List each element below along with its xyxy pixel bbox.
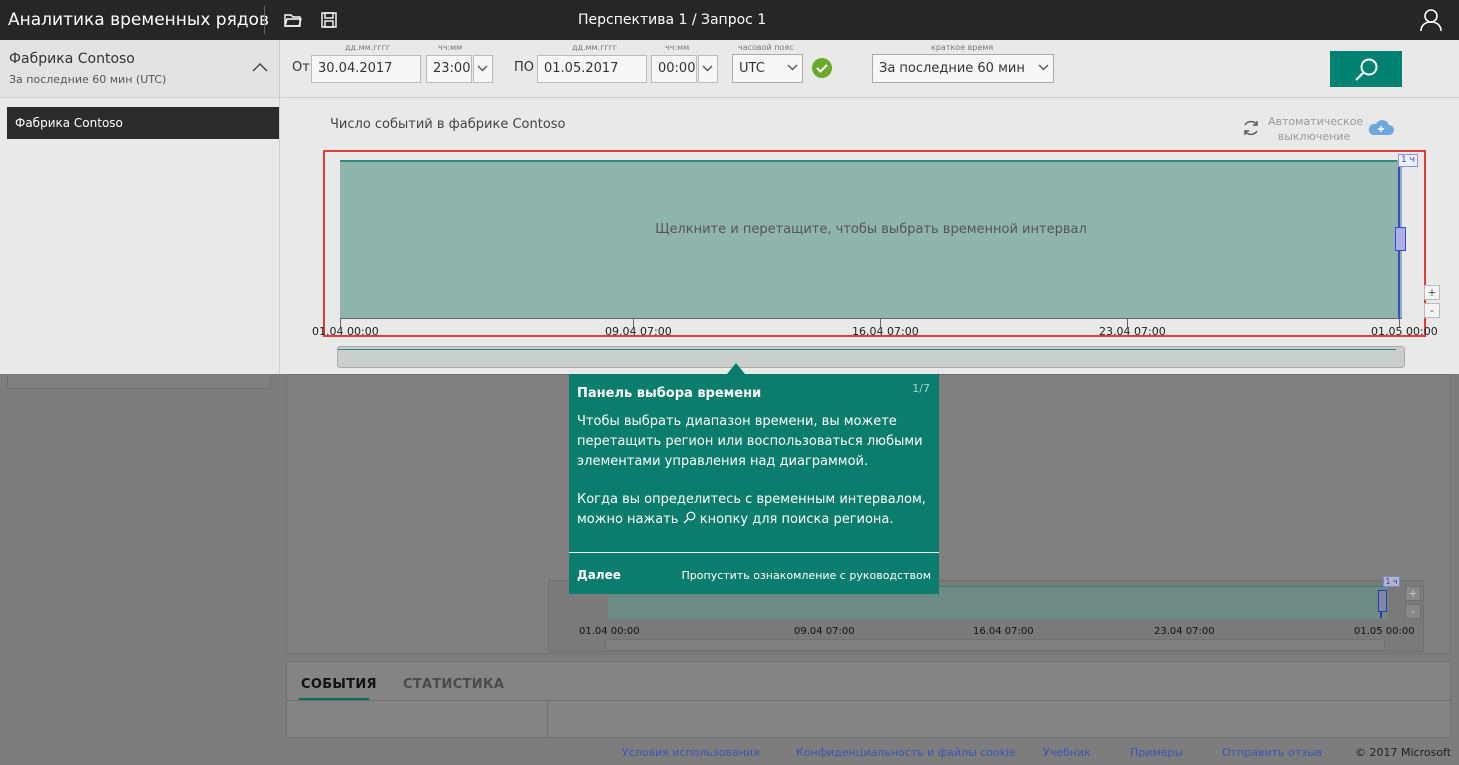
background-tick: 16.04 07:00 [973,626,1034,637]
chevron-up-icon[interactable] [252,62,268,72]
quick-time-select[interactable]: За последние 60 мин [872,54,1054,83]
quicktime-caption: краткое время [931,43,994,52]
tour-text: кнопку для поиска региона. [699,512,894,527]
tour-title: Панель выбора времени [577,386,762,401]
date-format-hint: дд.мм.гггг [345,43,391,52]
auto-off-label: Автоматическое выключение [1268,115,1364,143]
timezone-select[interactable]: UTC [732,54,803,83]
to-time-input[interactable]: 00:00 [651,55,697,83]
x-tick-label: 01.05 00:00 [1371,325,1438,338]
background-zoom-out: - [1405,604,1421,619]
time-navigator[interactable] [337,346,1405,368]
chevron-down-icon [702,65,713,72]
x-tick-label: 23.04 07:00 [1099,325,1166,338]
background-tick: 01.05 00:00 [1354,626,1415,637]
footer-link-tutorial[interactable]: Учебник [1043,746,1091,759]
footer-copyright: © 2017 Microsoft [1355,746,1452,759]
chevron-down-icon [1038,64,1049,71]
tour-popup: Панель выбора времени 1/7 Чтобы выбрать … [569,374,939,594]
tour-counter: 1/7 [912,382,930,395]
top-bar: Аналитика временных рядов Перспектива 1 … [0,0,1459,40]
app-title: Аналитика временных рядов [8,10,269,30]
save-icon[interactable] [320,11,338,29]
tour-pointer [727,363,745,374]
navigator-line [338,349,1396,350]
background-mini-handle [1378,590,1387,612]
background-zoom-in: + [1405,586,1421,601]
background-tick: 01.04 00:00 [579,626,640,637]
zoom-in-button[interactable]: + [1424,285,1440,300]
events-panel: СОБЫТИЯ СТАТИСТИКА [286,661,1451,738]
tour-next-button[interactable]: Далее [577,568,621,582]
x-tick-label: 01.04 00:00 [312,325,379,338]
from-time-input[interactable]: 23:00 [426,55,472,83]
background-tick: 09.04 07:00 [794,626,855,637]
tab-events[interactable]: СОБЫТИЯ [301,677,377,692]
from-date-input[interactable]: 30.04.2017 [311,55,421,83]
x-tick-label: 09.04 07:00 [605,325,672,338]
from-time-dropdown[interactable] [473,55,493,83]
environment-range: За последние 60 мин (UTC) [9,73,167,86]
footer-link-privacy[interactable]: Конфиденциальность и файлы cookie [796,746,1016,759]
x-axis [340,318,1402,319]
search-button[interactable] [1330,51,1402,87]
brush-hint: Щелкните и перетащите, чтобы выбрать вре… [655,222,1087,237]
tour-skip-link[interactable]: Пропустить ознакомление с руководством [682,569,931,582]
footer-link-samples[interactable]: Примеры [1130,746,1183,759]
toolbar-divider [264,6,265,34]
to-date-input[interactable]: 01.05.2017 [537,55,647,83]
selection-handle[interactable] [1395,227,1406,251]
tour-body: Чтобы выбрать диапазон времени, вы может… [577,412,929,548]
chart-title: Число событий в фабрике Contoso [330,117,566,132]
open-folder-icon[interactable] [284,11,302,29]
valid-check-icon [812,58,832,78]
environment-list: Фабрика Contoso [0,98,280,374]
tour-divider [569,552,939,553]
interval-badge: 1 ч [1398,154,1418,167]
time-format-hint: чч:мм [438,43,463,52]
tour-paragraph: Чтобы выбрать диапазон времени, вы может… [577,414,923,469]
zoom-out-button[interactable]: - [1424,303,1440,318]
search-icon [683,511,695,524]
event-count-line [340,160,1397,162]
to-label: ПО [514,60,535,75]
search-icon [1355,58,1378,81]
tour-paragraph: Когда вы определитесь с временным интерв… [577,490,929,530]
environment-list-item[interactable]: Фабрика Contoso [7,107,279,139]
event-count-area[interactable] [340,160,1402,319]
user-icon[interactable] [1420,8,1442,32]
query-title: Перспектива 1 / Запрос 1 [578,12,767,28]
environment-selector[interactable]: Фабрика Contoso За последние 60 мин (UTC… [0,40,280,98]
date-format-hint: дд.мм.гггг [572,43,618,52]
quick-time-value: За последние 60 мин [879,61,1025,76]
background-mini-navigator [605,639,1385,651]
events-panel-divider [287,700,1450,701]
cloud-icon[interactable] [1366,118,1396,138]
events-panel-left-column [547,701,548,737]
timezone-caption: часовой пояс [738,43,794,52]
timezone-value: UTC [739,61,765,76]
time-format-hint: чч:мм [665,43,690,52]
environment-name: Фабрика Contoso [9,51,135,67]
from-label: От [292,60,310,75]
background-mini-badge: 1 ч [1383,576,1400,587]
time-controls: От дд.мм.гггг 30.04.2017 чч:мм 23:00 ПО … [281,40,1459,98]
x-tick-label: 16.04 07:00 [852,325,919,338]
chevron-down-icon [477,65,488,72]
refresh-icon[interactable] [1242,119,1260,137]
background-tick: 23.04 07:00 [1154,626,1215,637]
to-time-dropdown[interactable] [698,55,718,83]
chevron-down-icon [787,64,798,71]
tab-statistics[interactable]: СТАТИСТИКА [403,677,504,692]
footer-link-terms[interactable]: Условия использования [622,746,760,759]
footer-link-feedback[interactable]: Отправить отзыв [1222,746,1322,759]
